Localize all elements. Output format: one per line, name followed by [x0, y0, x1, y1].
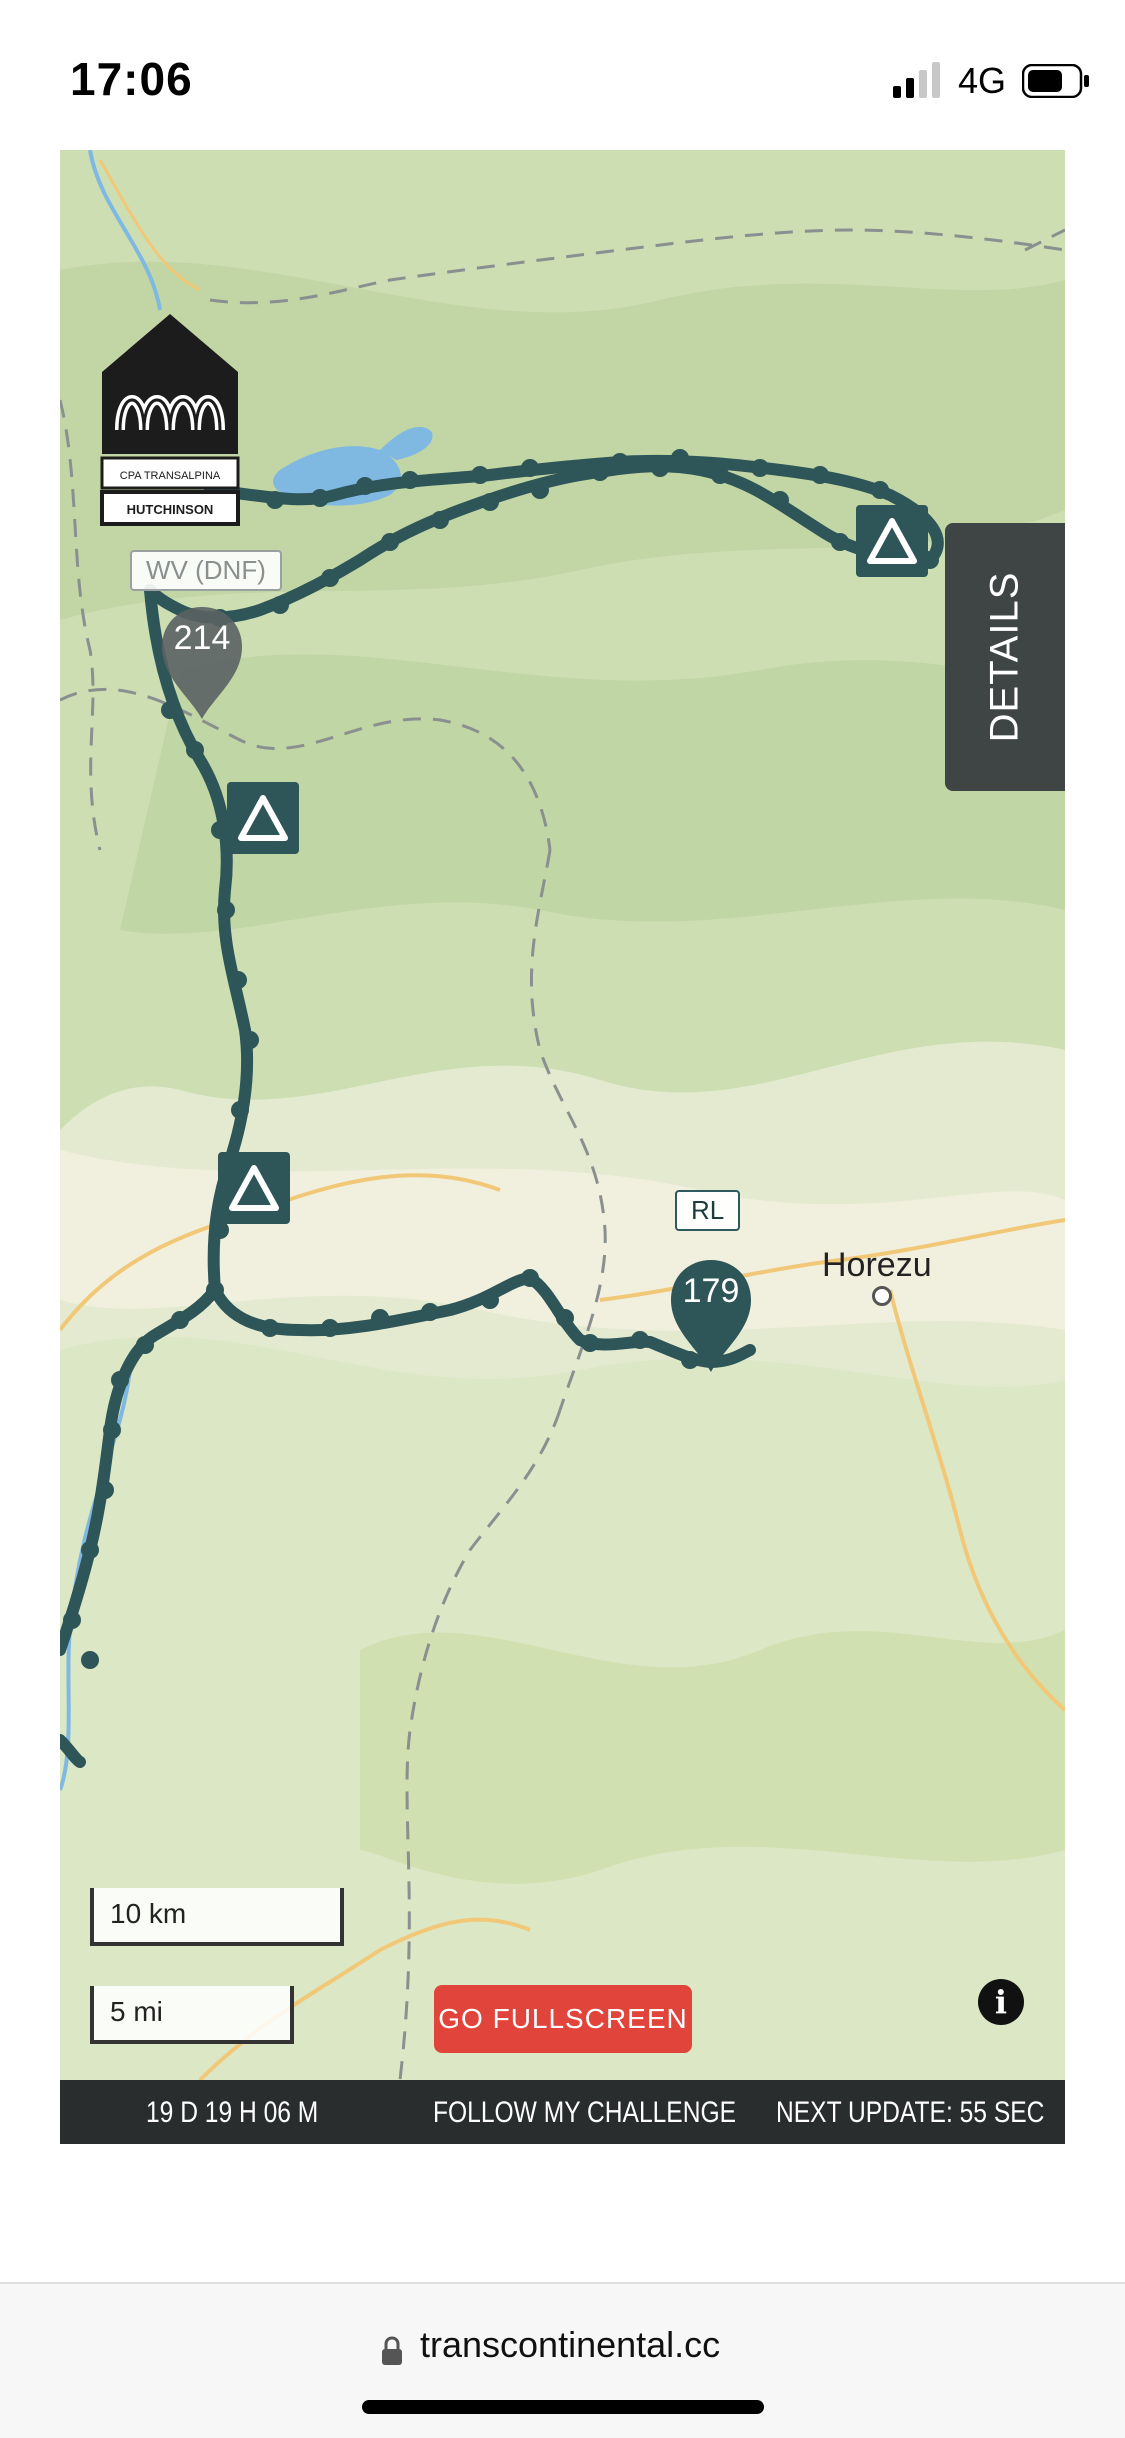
network-type: 4G — [958, 60, 1007, 101]
route-map[interactable]: CPA TRANSALPINA HUTCHINSON WV (DNF) 214 … — [60, 150, 1065, 2080]
follow-challenge-link[interactable]: FOLLOW MY CHALLENGE — [433, 2096, 736, 2130]
battery-icon — [1022, 64, 1089, 98]
url-text[interactable]: transcontinental.cc — [420, 2324, 720, 2366]
signal-strength-icon — [893, 62, 940, 98]
details-tab[interactable]: DETAILS — [945, 523, 1065, 791]
camp-tent-icon — [238, 795, 288, 841]
next-update-countdown: NEXT UPDATE: 55 SEC — [776, 2096, 1045, 2129]
elapsed-time: 19 D 19 H 06 M — [146, 2096, 319, 2129]
pin-number: 179 — [682, 1272, 740, 1310]
details-tab-label: DETAILS — [982, 571, 1027, 743]
rider-pin-179[interactable]: 179 — [669, 1258, 753, 1374]
tracker-info-bar: 19 D 19 H 06 M FOLLOW MY CHALLENGE NEXT … — [60, 2080, 1065, 2144]
lock-icon — [382, 2336, 402, 2365]
town-dot — [872, 1286, 892, 1306]
rider-label-rl[interactable]: RL — [675, 1190, 741, 1231]
logo-line2: HUTCHINSON — [127, 502, 214, 517]
go-fullscreen-button[interactable]: GO FULLSCREEN — [434, 1985, 692, 2053]
pin-number: 214 — [173, 619, 231, 657]
camp-marker[interactable] — [218, 1152, 290, 1224]
scale-bar-mi: 5 mi — [90, 1986, 294, 2044]
camp-tent-icon — [867, 518, 917, 564]
camp-marker[interactable] — [227, 782, 299, 854]
rider-label-wv[interactable]: WV (DNF) — [130, 550, 282, 591]
scale-mi-label: 5 mi — [110, 1996, 163, 2027]
home-indicator[interactable] — [362, 2400, 764, 2414]
camp-marker[interactable] — [856, 505, 928, 577]
logo-line1: CPA TRANSALPINA — [120, 470, 221, 482]
town-label: Horezu — [822, 1246, 932, 1284]
cpa-transalpina-logo: CPA TRANSALPINA HUTCHINSON — [100, 314, 240, 526]
scale-bar-km: 10 km — [90, 1888, 344, 1946]
camp-tent-icon — [229, 1165, 279, 1211]
info-icon[interactable]: i — [978, 1979, 1024, 2025]
rider-pin-214[interactable]: 214 — [160, 605, 244, 721]
status-bar: 17:06 4G — [0, 0, 1125, 150]
scale-km-label: 10 km — [110, 1898, 187, 1929]
clock: 17:06 — [70, 53, 193, 105]
browser-address-bar[interactable]: transcontinental.cc — [0, 2282, 1125, 2438]
